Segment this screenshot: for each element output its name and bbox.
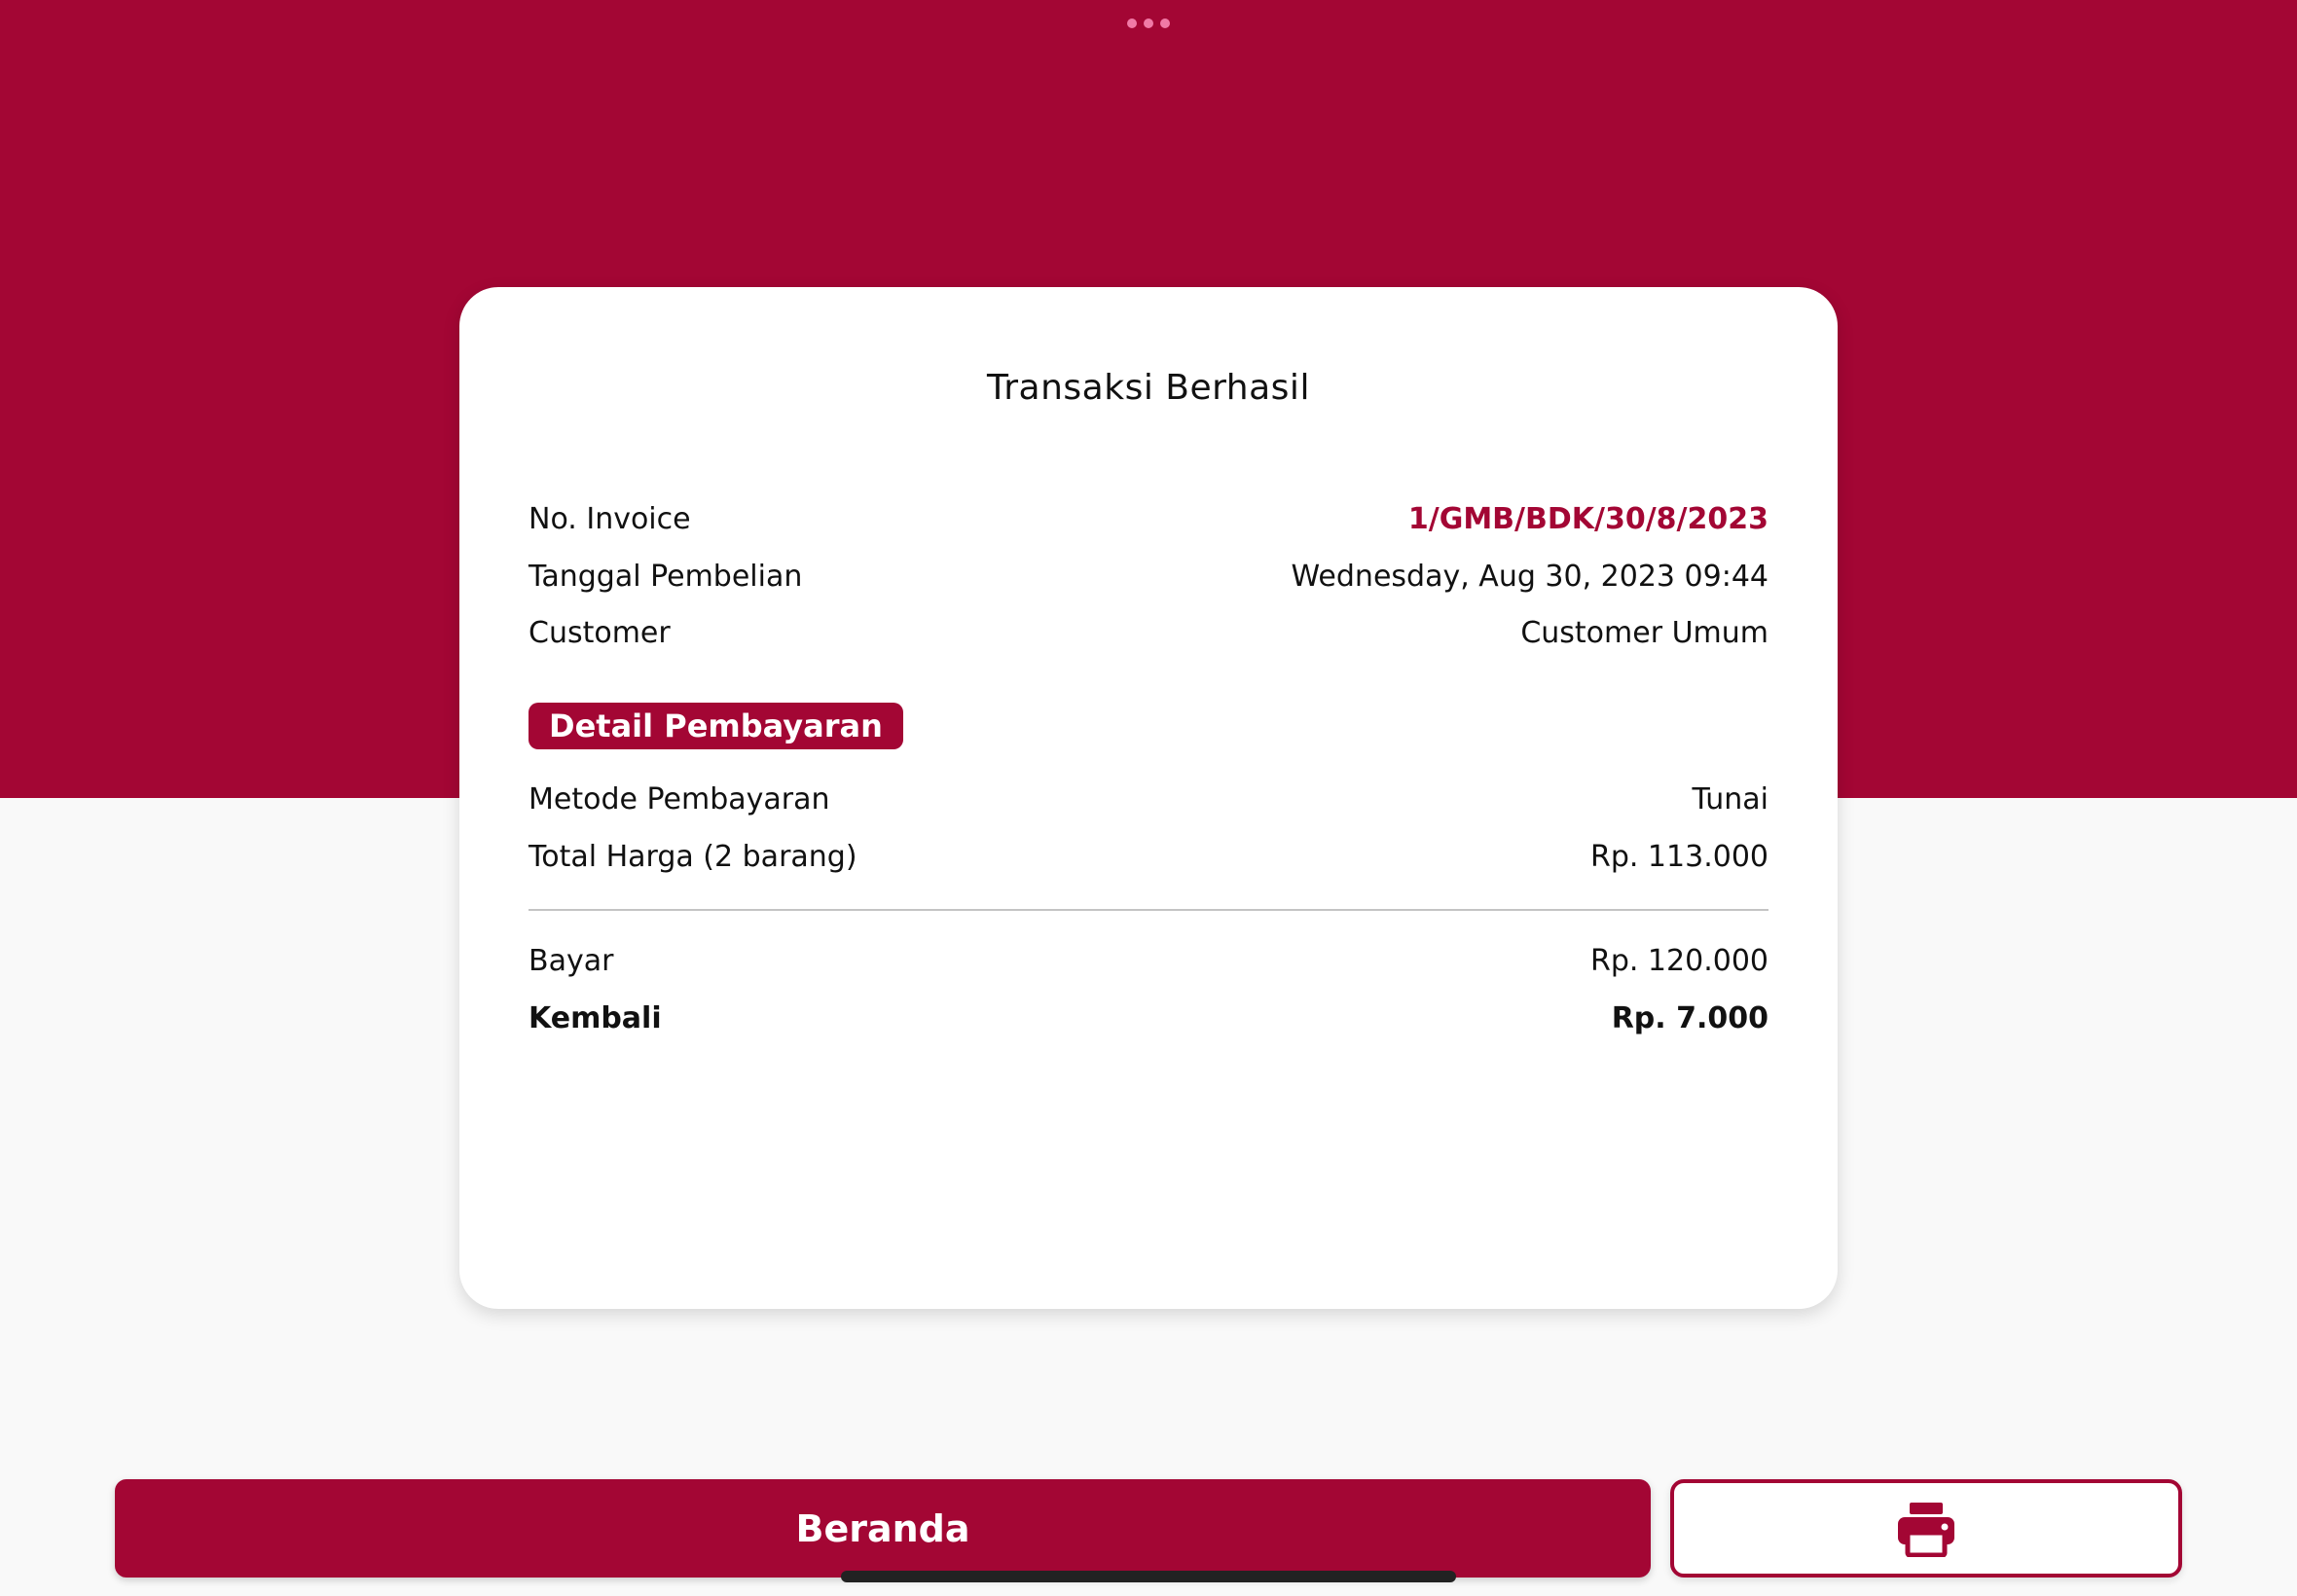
purchase-date-row: Tanggal Pembelian Wednesday, Aug 30, 202…	[529, 553, 1768, 599]
purchase-date-value: Wednesday, Aug 30, 2023 09:44	[1291, 559, 1768, 594]
customer-row: Customer Customer Umum	[529, 609, 1768, 656]
multitasking-handle[interactable]	[1127, 18, 1170, 29]
transaction-success-screen: Transaksi Berhasil No. Invoice 1/GMB/BDK…	[0, 0, 2297, 1596]
payment-method-value: Tunai	[1692, 781, 1768, 816]
divider	[529, 909, 1768, 911]
invoice-label: No. Invoice	[529, 501, 691, 536]
customer-label: Customer	[529, 615, 671, 650]
print-button[interactable]	[1670, 1479, 2182, 1578]
total-price-value: Rp. 113.000	[1589, 839, 1768, 874]
total-price-row: Total Harga (2 barang) Rp. 113.000	[529, 833, 1768, 880]
home-button[interactable]: Beranda	[115, 1479, 1651, 1578]
paid-label: Bayar	[529, 943, 614, 978]
payment-method-row: Metode Pembayaran Tunai	[529, 776, 1768, 822]
paid-value: Rp. 120.000	[1589, 943, 1768, 978]
home-indicator[interactable]	[841, 1571, 1456, 1582]
printer-icon	[1898, 1502, 1954, 1557]
invoice-number: 1/GMB/BDK/30/8/2023	[1407, 501, 1768, 536]
paid-row: Bayar Rp. 120.000	[529, 937, 1768, 984]
payment-detail-badge: Detail Pembayaran	[529, 703, 903, 749]
change-row: Kembali Rp. 7.000	[529, 995, 1768, 1041]
payment-method-label: Metode Pembayaran	[529, 781, 830, 816]
change-label: Kembali	[529, 1000, 662, 1035]
customer-value: Customer Umum	[1520, 615, 1768, 650]
total-price-label: Total Harga (2 barang)	[529, 839, 857, 874]
invoice-row: No. Invoice 1/GMB/BDK/30/8/2023	[529, 495, 1768, 542]
purchase-date-label: Tanggal Pembelian	[529, 559, 803, 594]
change-value: Rp. 7.000	[1611, 1000, 1768, 1035]
page-title: Transaksi Berhasil	[987, 368, 1310, 408]
